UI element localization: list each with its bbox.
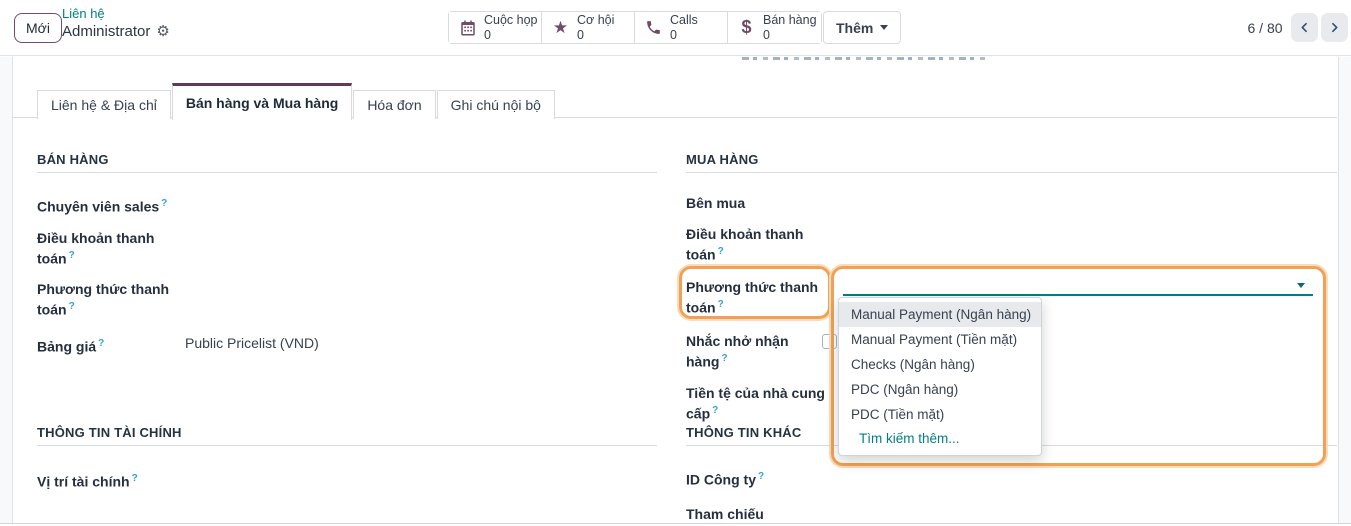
field-row-salesperson: Chuyên viên sales? xyxy=(37,195,657,216)
gear-icon[interactable]: ⚙ xyxy=(156,23,169,40)
field-label-payment-method-purchase: Phương thức thanh toán? xyxy=(686,279,832,317)
help-icon[interactable]: ? xyxy=(712,405,718,416)
odoo-contact-form-window: Mới Liên hệ Administrator ⚙ Cuộc họp 0 ★ xyxy=(0,0,1351,526)
dollar-icon: $ xyxy=(737,18,756,37)
field-label-company-id: ID Công ty? xyxy=(686,468,832,489)
help-icon[interactable]: ? xyxy=(161,198,167,209)
stat-button-meetings[interactable]: Cuộc họp 0 xyxy=(449,12,542,43)
section-sales: BÁN HÀNG Chuyên viên sales? Điều khoản t… xyxy=(37,148,657,370)
stat-button-group: Cuộc họp 0 ★ Cơ hội 0 Calls 0 xyxy=(448,11,822,44)
dropdown-option[interactable]: Manual Payment (Ngân hàng) xyxy=(839,302,1041,327)
breadcrumb-app-link[interactable]: Liên hệ xyxy=(62,6,105,21)
field-row-fiscal-position: Vị trí tài chính? xyxy=(37,470,657,491)
field-label-pricelist: Bảng giá? xyxy=(37,335,185,356)
chevron-left-icon xyxy=(1298,21,1311,34)
stat-label: Calls xyxy=(670,14,698,27)
stat-label: Bán hàng xyxy=(763,14,817,27)
pricelist-field[interactable]: Public Pricelist (VND) xyxy=(185,335,657,352)
reference-field[interactable] xyxy=(832,506,1337,523)
company-id-field[interactable] xyxy=(832,468,1337,485)
stat-count: 0 xyxy=(577,29,614,42)
salesperson-field[interactable] xyxy=(185,195,657,212)
stat-count: 0 xyxy=(670,29,698,42)
receipt-reminder-checkbox[interactable] xyxy=(822,334,837,349)
field-label-payment-terms-sale: Điều khoản thanh toán? xyxy=(37,230,185,268)
clipped-text-fragment xyxy=(742,57,990,60)
section-title-financial: THÔNG TIN TÀI CHÍNH xyxy=(37,421,657,446)
chevron-right-icon xyxy=(1328,21,1341,34)
field-label-payment-terms-purchase: Điều khoản thanh toán? xyxy=(686,226,832,264)
section-title-purchase: MUA HÀNG xyxy=(686,148,1337,173)
tab-internal-notes[interactable]: Ghi chú nội bộ xyxy=(437,90,555,119)
sheet-left-margin xyxy=(0,57,13,523)
page-title: Administrator xyxy=(62,23,150,40)
field-row-payment-method-sale: Phương thức thanh toán? xyxy=(37,281,657,319)
field-row-pricelist: Bảng giá? Public Pricelist (VND) xyxy=(37,335,657,356)
dropdown-option[interactable]: PDC (Tiền mặt) xyxy=(839,402,1041,427)
new-button[interactable]: Mới xyxy=(14,13,62,43)
field-row-payment-terms-sale: Điều khoản thanh toán? xyxy=(37,230,657,268)
stat-label: Cuộc họp xyxy=(484,14,538,27)
field-row-payment-terms-purchase: Điều khoản thanh toán? xyxy=(686,226,1337,264)
pager-value: 6 / 80 xyxy=(1243,20,1287,36)
stat-button-sales[interactable]: $ Bán hàng 0 xyxy=(728,12,821,43)
help-icon[interactable]: ? xyxy=(721,353,727,364)
control-panel: Mới Liên hệ Administrator ⚙ Cuộc họp 0 ★ xyxy=(0,0,1351,56)
stat-label: Cơ hội xyxy=(577,14,614,27)
tab-invoicing[interactable]: Hóa đơn xyxy=(353,90,435,119)
calendar-icon xyxy=(458,18,477,37)
pager-next-button[interactable] xyxy=(1321,13,1348,42)
dropdown-option[interactable]: Checks (Ngân hàng) xyxy=(839,352,1041,377)
field-label-receipt-reminder: Nhắc nhở nhận hàng? xyxy=(686,333,832,371)
section-financial: THÔNG TIN TÀI CHÍNH Vị trí tài chính? xyxy=(37,421,657,505)
star-icon: ★ xyxy=(551,18,570,37)
field-label-reference: Tham chiếu xyxy=(686,506,832,523)
payment-method-dropdown-menu: Manual Payment (Ngân hàng) Manual Paymen… xyxy=(838,297,1042,456)
caret-down-icon xyxy=(880,25,888,30)
section-title-sales: BÁN HÀNG xyxy=(37,148,657,173)
fiscal-position-field[interactable] xyxy=(185,470,657,487)
stat-button-calls[interactable]: Calls 0 xyxy=(635,12,728,43)
field-label-payment-method-sale: Phương thức thanh toán? xyxy=(37,281,185,319)
payment-terms-purchase-field[interactable] xyxy=(832,226,1337,243)
help-icon[interactable]: ? xyxy=(718,246,724,257)
help-icon[interactable]: ? xyxy=(758,471,764,482)
field-row-company-id: ID Công ty? xyxy=(686,468,1337,489)
stat-count: 0 xyxy=(484,29,538,42)
payment-method-input[interactable] xyxy=(843,277,1313,296)
field-label-supplier-currency: Tiền tệ của nhà cung cấp? xyxy=(686,385,832,423)
breadcrumb: Liên hệ Administrator ⚙ xyxy=(62,6,170,39)
help-icon[interactable]: ? xyxy=(98,338,104,349)
dropdown-caret-icon[interactable] xyxy=(1297,283,1305,288)
stat-button-opportunities[interactable]: ★ Cơ hội 0 xyxy=(542,12,635,43)
sheet-right-margin xyxy=(1338,57,1351,523)
search-more-link[interactable]: Tìm kiếm thêm... xyxy=(839,427,1041,450)
field-row-buyer: Bên mua xyxy=(686,195,1337,212)
help-icon[interactable]: ? xyxy=(69,250,75,261)
field-label-buyer: Bên mua xyxy=(686,195,832,212)
help-icon[interactable]: ? xyxy=(69,301,75,312)
help-icon[interactable]: ? xyxy=(718,299,724,310)
buyer-field[interactable] xyxy=(832,195,1337,212)
field-label-fiscal-position: Vị trí tài chính? xyxy=(37,470,185,491)
tab-sales-purchase[interactable]: Bán hàng và Mua hàng xyxy=(172,83,352,120)
payment-method-sale-field[interactable] xyxy=(185,281,657,298)
tab-contacts-addresses[interactable]: Liên hệ & Địa chỉ xyxy=(37,90,171,119)
stat-count: 0 xyxy=(763,29,817,42)
field-row-reference: Tham chiếu xyxy=(686,506,1337,523)
pager-previous-button[interactable] xyxy=(1291,13,1318,42)
field-label-salesperson: Chuyên viên sales? xyxy=(37,195,185,216)
payment-terms-sale-field[interactable] xyxy=(185,230,657,247)
phone-icon xyxy=(644,18,663,37)
help-icon[interactable]: ? xyxy=(132,473,138,484)
notebook-tabs: Liên hệ & Địa chỉ Bán hàng và Mua hàng H… xyxy=(37,82,556,119)
dropdown-option[interactable]: Manual Payment (Tiền mặt) xyxy=(839,327,1041,352)
more-button[interactable]: Thêm xyxy=(823,11,901,44)
dropdown-option[interactable]: PDC (Ngân hàng) xyxy=(839,377,1041,402)
